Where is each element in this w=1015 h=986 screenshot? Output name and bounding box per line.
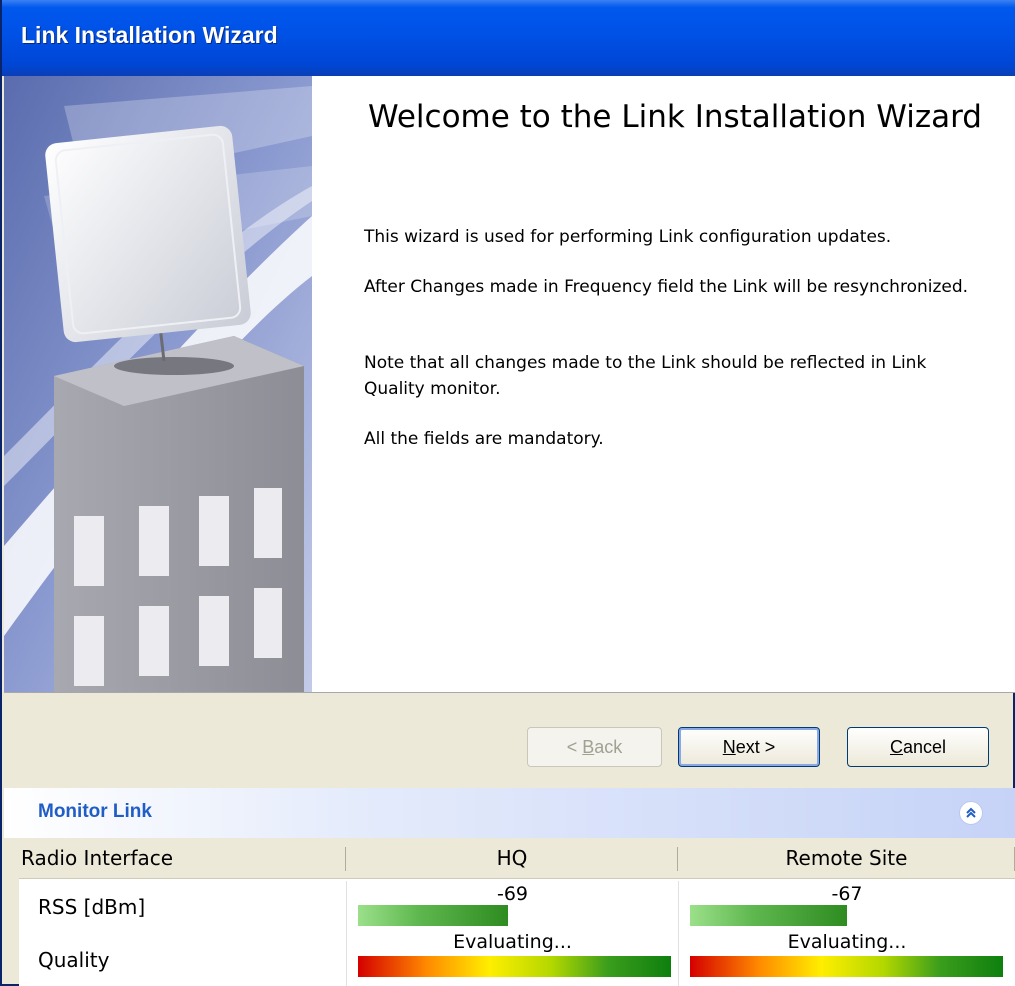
title-bar[interactable]: Link Installation Wizard bbox=[2, 0, 1015, 76]
cancel-rest: ancel bbox=[902, 736, 947, 757]
window-title: Link Installation Wizard bbox=[21, 22, 278, 48]
back-rest: ack bbox=[594, 736, 623, 757]
hq-rss-cell: -69 bbox=[346, 881, 678, 929]
column-header-radio-interface[interactable]: Radio Interface bbox=[19, 838, 346, 879]
next-rest: ext > bbox=[735, 736, 776, 757]
hq-quality-value: Evaluating... bbox=[453, 931, 572, 953]
chevron-double-up-icon[interactable] bbox=[959, 801, 983, 825]
monitor-link-header[interactable]: Monitor Link bbox=[4, 788, 1015, 838]
back-button[interactable]: < Back bbox=[527, 727, 662, 767]
column-header-hq[interactable]: HQ bbox=[346, 838, 678, 879]
next-button[interactable]: Next > bbox=[678, 727, 820, 767]
column-header-label: HQ bbox=[496, 846, 528, 870]
antenna-building-illustration bbox=[4, 76, 312, 692]
hq-quality-cell: Evaluating... bbox=[346, 929, 678, 986]
remote-rss-bar bbox=[690, 905, 847, 926]
row-label-quality: Quality bbox=[38, 948, 110, 972]
remote-quality-bar bbox=[690, 956, 1003, 977]
monitor-link-title: Monitor Link bbox=[38, 801, 152, 822]
row-label-rss: RSS [dBm] bbox=[38, 895, 146, 919]
frequency-note: After Changes made in Frequency field th… bbox=[364, 277, 969, 297]
remote-quality-cell: Evaluating... bbox=[678, 929, 1015, 986]
monitor-link-table: Radio Interface HQ Remote Site RSS [dBm]… bbox=[19, 838, 1015, 986]
button-separator bbox=[4, 692, 1015, 693]
remote-quality-value: Evaluating... bbox=[787, 931, 907, 953]
remote-rss-value: -67 bbox=[831, 883, 863, 905]
welcome-panel: Welcome to the Link Installation Wizard … bbox=[312, 76, 1015, 692]
welcome-heading: Welcome to the Link Installation Wizard bbox=[368, 99, 982, 135]
cancel-button[interactable]: Cancel bbox=[847, 727, 989, 767]
hq-quality-bar bbox=[358, 956, 671, 977]
column-header-label: Radio Interface bbox=[21, 846, 174, 870]
next-mnemonic: N bbox=[722, 736, 736, 757]
hq-rss-bar bbox=[358, 905, 508, 926]
intro-paragraph: This wizard is used for performing Link … bbox=[364, 227, 892, 247]
hq-rss-value: -69 bbox=[496, 883, 529, 905]
cancel-mnemonic: C bbox=[889, 736, 903, 757]
wizard-window: Link Installation Wizard Welcome to the … bbox=[0, 0, 1015, 986]
quality-monitor-note: Note that all changes made to the Link s… bbox=[364, 353, 927, 399]
back-prefix: < bbox=[566, 736, 583, 757]
back-mnemonic: B bbox=[582, 736, 595, 757]
column-header-label: Remote Site bbox=[785, 846, 908, 870]
collapse-glyph bbox=[966, 807, 976, 818]
column-header-remote-site[interactable]: Remote Site bbox=[678, 838, 1015, 879]
remote-rss-cell: -67 bbox=[678, 881, 1015, 929]
mandatory-note: All the fields are mandatory. bbox=[364, 429, 604, 449]
wizard-side-illustration bbox=[4, 76, 312, 692]
